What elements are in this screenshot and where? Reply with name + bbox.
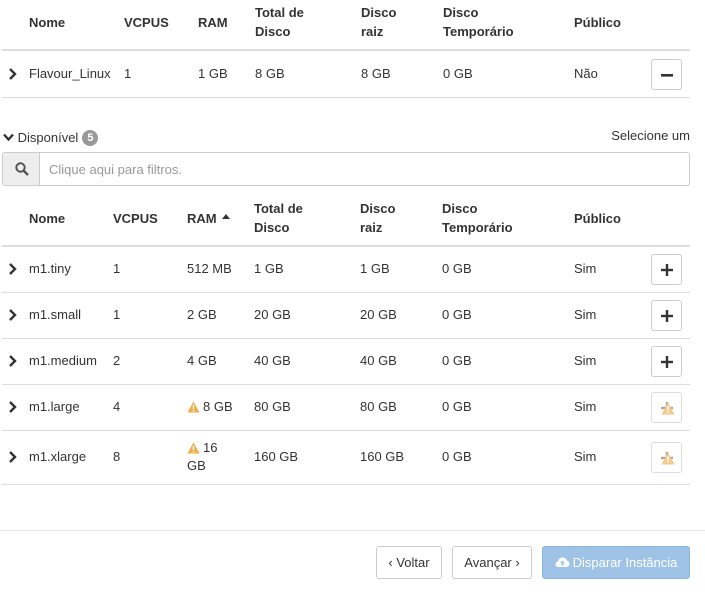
select-hint: Selecione um: [611, 128, 690, 143]
col-ram: RAM: [198, 15, 228, 30]
flavor-name: m1.medium: [29, 353, 97, 368]
flavor-vcpus: 8: [113, 449, 121, 464]
table-row: m1.xlarge 8 16 GB 160 GB 160 GB 0 GB Sim: [2, 431, 690, 485]
plus-icon: [661, 356, 673, 368]
chevron-down-icon: [3, 133, 14, 142]
flavor-name: m1.tiny: [29, 261, 71, 276]
remove-button[interactable]: [651, 59, 682, 90]
flavor-total-disk: 1 GB: [254, 261, 284, 276]
flavor-public: Sim: [574, 399, 597, 414]
minus-icon: [661, 74, 673, 77]
flavor-temp-disk: 0 GB: [443, 66, 473, 81]
flavor-total-disk: 160 GB: [254, 449, 299, 464]
flavor-vcpus: 4: [113, 399, 121, 414]
add-button[interactable]: [651, 346, 682, 377]
col-root-disk: Disco raiz: [361, 5, 397, 39]
flavor-total-disk: 8 GB: [255, 66, 285, 81]
flavor-name: m1.large: [29, 399, 80, 414]
launch-instance-button[interactable]: Disparar Instância: [542, 546, 690, 579]
flavor-total-disk: 20 GB: [254, 307, 291, 322]
col-root-disk: Disco raiz: [360, 201, 396, 235]
flavor-name: Flavour_Linux: [29, 66, 111, 81]
flavor-root-disk: 20 GB: [360, 307, 397, 322]
table-row: m1.large 4 8 GB 80 GB 80 GB 0 GB Sim: [2, 385, 690, 431]
flavor-ram: 1 GB: [198, 66, 228, 81]
flavor-public: Não: [574, 66, 598, 81]
col-vcpus: VCPUS: [113, 211, 158, 226]
footer-divider: [0, 530, 705, 531]
search-box: [2, 152, 690, 186]
flavor-vcpus: 1: [124, 66, 132, 81]
plus-icon: [661, 264, 673, 276]
warning-icon: [187, 442, 200, 454]
allocated-table-header: Nome VCPUS RAM Total de Disco Disco raiz D…: [2, 0, 690, 51]
add-button-disabled[interactable]: [651, 442, 682, 473]
col-vcpus: VCPUS: [124, 15, 169, 30]
flavor-temp-disk: 0 GB: [442, 353, 472, 368]
cloud-upload-icon: [555, 557, 570, 567]
col-total-disk: Total de Disco: [254, 201, 303, 235]
warning-icon: [661, 402, 675, 415]
chevron-right-icon[interactable]: [8, 309, 20, 321]
chevron-right-icon[interactable]: [8, 451, 20, 463]
flavor-temp-disk: 0 GB: [442, 399, 472, 414]
flavor-public: Sim: [574, 307, 597, 322]
flavor-total-disk: 80 GB: [254, 399, 291, 414]
sort-up-icon: [222, 214, 231, 219]
flavor-root-disk: 1 GB: [360, 261, 390, 276]
col-name: Nome: [29, 211, 66, 226]
next-button[interactable]: Avançar ›: [452, 546, 532, 579]
chevron-right-icon[interactable]: [8, 401, 20, 413]
search-input[interactable]: [41, 153, 687, 185]
flavor-total-disk: 40 GB: [254, 353, 291, 368]
search-addon: [3, 153, 40, 185]
chevron-right-icon[interactable]: [8, 355, 20, 367]
flavor-public: Sim: [574, 353, 597, 368]
flavor-name: m1.xlarge: [29, 449, 87, 464]
plus-icon: [661, 310, 673, 322]
warning-icon: [187, 401, 200, 413]
available-label: Disponível: [17, 130, 79, 145]
col-public: Público: [574, 15, 621, 30]
col-ram-sortable[interactable]: RAM: [187, 209, 231, 228]
table-row: m1.medium 2 4 GB 40 GB 40 GB 0 GB Sim: [2, 339, 690, 385]
flavor-ram: 512 MB: [187, 261, 232, 276]
col-temp-disk: Disco Temporário: [443, 5, 514, 39]
flavor-vcpus: 1: [113, 261, 121, 276]
add-button-disabled[interactable]: [651, 392, 682, 423]
col-name: Nome: [29, 15, 66, 30]
col-temp-disk: Disco Temporário: [442, 201, 513, 235]
table-row: m1.tiny 1 512 MB 1 GB 1 GB 0 GB Sim: [2, 247, 690, 293]
add-button[interactable]: [651, 254, 682, 285]
available-count-badge: 5: [82, 130, 99, 146]
flavor-public: Sim: [574, 449, 597, 464]
flavor-temp-disk: 0 GB: [442, 307, 472, 322]
col-total-disk: Total de Disco: [255, 5, 304, 39]
flavor-ram: 4 GB: [187, 353, 217, 368]
chevron-right-icon[interactable]: [8, 68, 20, 80]
flavor-ram: 16 GB: [187, 440, 218, 473]
col-public: Público: [574, 211, 621, 226]
flavor-public: Sim: [574, 261, 597, 276]
search-icon: [15, 162, 29, 176]
flavor-vcpus: 2: [113, 353, 121, 368]
available-toggle[interactable]: Disponível 5: [3, 129, 99, 147]
flavor-root-disk: 160 GB: [360, 449, 405, 464]
available-table-header: Nome VCPUS RAM Total de Disco Disco raiz D…: [2, 196, 690, 247]
flavor-root-disk: 8 GB: [361, 66, 391, 81]
table-row: Flavour_Linux 1 1 GB 8 GB 8 GB 0 GB Não: [2, 51, 690, 98]
table-row: m1.small 1 2 GB 20 GB 20 GB 0 GB Sim: [2, 293, 690, 339]
flavor-vcpus: 1: [113, 307, 121, 322]
flavor-temp-disk: 0 GB: [442, 449, 472, 464]
flavor-ram: 8 GB: [187, 398, 233, 416]
chevron-right-icon[interactable]: [8, 263, 20, 275]
warning-icon: [661, 452, 675, 465]
add-button[interactable]: [651, 300, 682, 331]
back-button[interactable]: ‹ Voltar: [376, 546, 442, 579]
flavor-root-disk: 40 GB: [360, 353, 397, 368]
flavor-temp-disk: 0 GB: [442, 261, 472, 276]
flavor-ram: 2 GB: [187, 307, 217, 322]
flavor-root-disk: 80 GB: [360, 399, 397, 414]
flavor-name: m1.small: [29, 307, 82, 322]
